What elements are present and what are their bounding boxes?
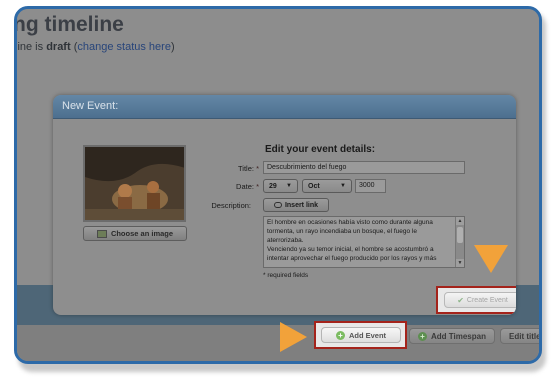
create-event-button[interactable]: ✔ Create Event [444, 292, 516, 308]
event-image-thumbnail [83, 145, 186, 222]
description-line: Venciendo ya su temor inicial, el hombre… [267, 246, 434, 253]
screenshot-frame: ng timeline line is draft (change status… [14, 6, 542, 364]
month-select[interactable]: Oct ▼ [302, 179, 352, 193]
month-value: Oct [308, 182, 320, 190]
choose-image-label: Choose an image [110, 229, 174, 238]
description-label: Description: [211, 201, 251, 210]
change-status-link[interactable]: change status here [77, 41, 171, 53]
required-fields-note: * required fields [263, 272, 309, 279]
description-scrollbar[interactable]: ▲ ▼ [455, 217, 464, 267]
status-value: draft [46, 41, 71, 53]
title-label: Title: * [238, 164, 259, 173]
create-event-highlight: ✔ Create Event [436, 286, 516, 314]
status-line: line is draft (change status here) [15, 41, 175, 53]
insert-link-button[interactable]: Insert link [263, 198, 329, 212]
edit-details-heading: Edit your event details: [265, 144, 376, 155]
new-event-modal: New Event: Choose an image Edit your eve… [53, 95, 516, 315]
date-label: Date: * [236, 182, 259, 191]
description-line: intentar aprovechar el fuego producido p… [267, 255, 437, 262]
status-prefix: line is [15, 41, 47, 53]
cave-painting-image [85, 147, 184, 220]
add-event-highlight: + Add Event [314, 321, 407, 349]
arrow-down-indicator [474, 245, 508, 273]
edit-title-label: Edit title [509, 331, 541, 341]
choose-image-button[interactable]: Choose an image [83, 226, 187, 241]
edit-title-button[interactable]: Edit title [500, 328, 541, 344]
scroll-down-icon[interactable]: ▼ [456, 259, 464, 267]
add-timespan-button[interactable]: + Add Timespan [409, 328, 495, 344]
description-line: tormenta, un rayo incendiaba un bosque, … [267, 228, 417, 235]
add-event-button[interactable]: + Add Event [321, 327, 401, 343]
create-event-label: Create Event [466, 296, 508, 304]
plus-icon: + [335, 330, 345, 340]
year-input[interactable]: 3000 [355, 179, 386, 193]
check-icon: ✔ [457, 295, 464, 305]
add-timespan-label: Add Timespan [431, 331, 486, 341]
scroll-thumb[interactable] [457, 227, 463, 243]
scroll-up-icon[interactable]: ▲ [456, 217, 464, 225]
plus-icon: + [418, 331, 427, 341]
day-select[interactable]: 29 ▼ [263, 179, 298, 193]
description-textarea[interactable]: El hombre en ocasiones había visto como … [263, 216, 465, 268]
add-event-label: Add Event [348, 330, 387, 340]
description-line: El hombre en ocasiones había visto como … [267, 219, 433, 226]
page-title: ng timeline [14, 13, 124, 36]
description-line: aterrorizaba. [267, 237, 304, 244]
chevron-down-icon: ▼ [286, 183, 292, 189]
arrow-right-indicator [280, 322, 307, 352]
insert-link-label: Insert link [284, 201, 319, 209]
title-input[interactable]: Descubrimiento del fuego [263, 161, 465, 174]
day-value: 29 [269, 182, 277, 190]
link-icon [273, 202, 282, 208]
chevron-down-icon: ▼ [340, 183, 346, 189]
modal-title: New Event: [53, 95, 516, 119]
image-icon [96, 229, 107, 238]
